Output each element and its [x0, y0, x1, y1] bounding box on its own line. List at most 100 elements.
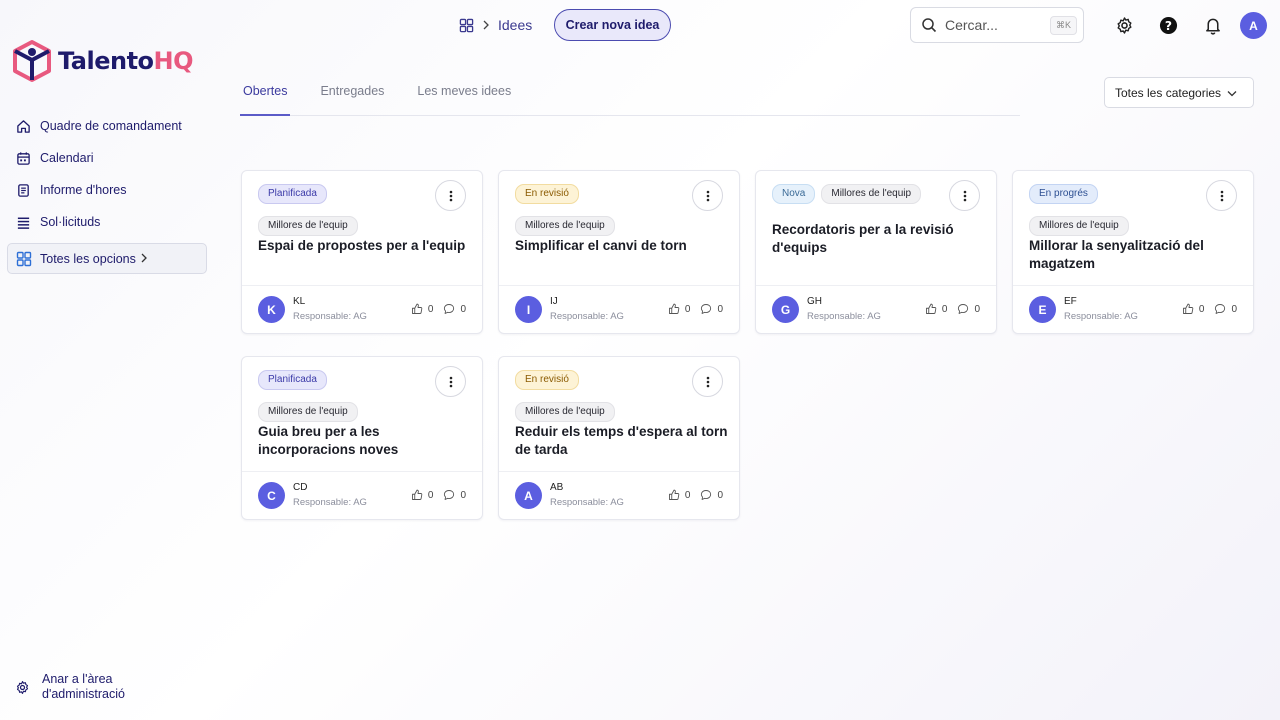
more-options-icon[interactable]: [1206, 180, 1237, 211]
search-placeholder: Cercar...: [945, 17, 998, 33]
card-footer: I IJ Responsable: AG 0 0: [499, 285, 739, 333]
all-options-button[interactable]: Totes les opcions: [7, 243, 207, 274]
comment-button[interactable]: 0: [443, 489, 466, 501]
card-badges: Planificada Millores de l'equip: [258, 184, 428, 236]
like-button[interactable]: 0: [411, 303, 433, 315]
settings-gear-icon[interactable]: [1114, 15, 1134, 35]
idea-card[interactable]: Planificada Millores de l'equip Guia breu …: [241, 356, 483, 520]
idea-title[interactable]: Guia breu per a les incorporacions noves: [258, 423, 473, 459]
card-stats: 00: [658, 489, 723, 501]
like-button[interactable]: 0: [668, 489, 690, 501]
category-badge: Millores de l'equip: [515, 402, 615, 422]
category-badge: Millores de l'equip: [821, 184, 922, 204]
admin-area-label: Anar a l'àrea d'administració: [42, 672, 125, 701]
search-input[interactable]: Cercar... ⌘K: [910, 7, 1084, 43]
tab-delivered[interactable]: Entregades: [317, 80, 387, 116]
sidebar-item-dashboard[interactable]: Quadre de comandament: [14, 110, 209, 142]
more-options-icon[interactable]: [435, 366, 466, 397]
sidebar-nav: Quadre de comandament Calendari Informe …: [14, 110, 209, 238]
card-footer: G GH Responsable: AG 0 0: [756, 285, 996, 333]
idea-card[interactable]: En revisió Millores de l'equip Simplificar…: [498, 170, 740, 334]
category-filter-select[interactable]: Totes les categories: [1104, 77, 1254, 108]
create-idea-button[interactable]: Crear nova idea: [554, 9, 671, 41]
search-shortcut: ⌘K: [1049, 15, 1077, 35]
apps-grid-icon[interactable]: [459, 18, 474, 33]
category-badge: Millores de l'equip: [258, 402, 358, 422]
thumbs-up-icon: [411, 303, 428, 315]
more-options-icon[interactable]: [692, 366, 723, 397]
author-avatar: A: [515, 482, 542, 509]
home-icon: [14, 117, 32, 135]
card-stats: 00: [401, 303, 466, 315]
comment-count: 0: [717, 489, 723, 501]
responsible-label: Responsable: AG: [293, 311, 367, 322]
comment-icon: [700, 303, 717, 315]
card-badges: Nova Millores de l'equip: [772, 184, 947, 204]
thumbs-up-icon: [925, 303, 942, 315]
idea-title[interactable]: Simplificar el canvi de torn: [515, 237, 730, 255]
status-badge: Nova: [772, 184, 816, 204]
idea-card[interactable]: En revisió Millores de l'equip Reduir els …: [498, 356, 740, 520]
more-options-icon[interactable]: [435, 180, 466, 211]
author-avatar: E: [1029, 296, 1056, 323]
author-name: GH: [807, 296, 822, 307]
comment-button[interactable]: 0: [443, 303, 466, 315]
user-avatar[interactable]: A: [1240, 12, 1267, 39]
status-badge: Planificada: [258, 184, 327, 204]
breadcrumb-current[interactable]: Idees: [498, 17, 532, 33]
help-icon[interactable]: ?: [1158, 15, 1178, 35]
sidebar-item-requests[interactable]: Sol·licituds: [14, 206, 209, 238]
comment-icon: [443, 489, 460, 501]
idea-card[interactable]: Nova Millores de l'equip Recordatoris per …: [755, 170, 997, 334]
comment-count: 0: [460, 303, 466, 315]
idea-card[interactable]: Planificada Millores de l'equip Espai de p…: [241, 170, 483, 334]
list-icon: [14, 213, 32, 231]
responsible-label: Responsable: AG: [807, 311, 881, 322]
like-button[interactable]: 0: [411, 489, 434, 501]
idea-card[interactable]: En progrés Millores de l'equip Millorar la…: [1012, 170, 1254, 334]
like-button[interactable]: 0: [925, 303, 947, 315]
cube-logo-icon: [13, 40, 51, 82]
responsible-label: Responsable: AG: [550, 497, 624, 508]
idea-title[interactable]: Reduir els temps d'espera al torn de tar…: [515, 423, 730, 459]
idea-title[interactable]: Recordatoris per a la revisió d'equips: [772, 221, 987, 257]
thumbs-up-icon: [411, 489, 428, 501]
chevron-right-icon: [140, 252, 148, 266]
idea-title[interactable]: Millorar la senyalització del magatzem: [1029, 237, 1244, 273]
comment-button[interactable]: 0: [700, 303, 723, 315]
status-badge: Planificada: [258, 370, 327, 390]
more-options-icon[interactable]: [949, 180, 980, 211]
sidebar-item-calendar[interactable]: Calendari: [14, 142, 209, 174]
status-badge: En revisió: [515, 184, 579, 204]
brand-logo[interactable]: TalentoHQ: [12, 39, 194, 83]
like-button[interactable]: 0: [1182, 303, 1204, 315]
chevron-right-icon: [482, 20, 490, 30]
like-count: 0: [427, 489, 434, 501]
calendar-icon: [14, 149, 32, 167]
comment-icon: [957, 303, 974, 315]
like-button[interactable]: 0: [668, 303, 691, 315]
like-count: 0: [684, 303, 691, 315]
comment-count: 0: [460, 489, 466, 501]
sidebar-item-label: Sol·licituds: [40, 215, 101, 229]
sidebar-item-hours-report[interactable]: Informe d'hores: [14, 174, 209, 206]
tab-bar: Obertes Entregades Les meves idees: [240, 80, 1020, 116]
responsible-label: Responsable: AG: [293, 497, 367, 508]
author-name: CD: [293, 482, 308, 493]
more-options-icon[interactable]: [692, 180, 723, 211]
author-name: KL: [293, 296, 306, 307]
thumbs-up-icon: [1182, 303, 1199, 315]
card-footer: K KL Responsable: AG 0 0: [242, 285, 482, 333]
report-icon: [14, 181, 32, 199]
idea-title[interactable]: Espai de propostes per a l'equip: [258, 237, 473, 255]
category-badge: Millores de l'equip: [1029, 216, 1129, 236]
tab-my-ideas[interactable]: Les meves idees: [414, 80, 514, 116]
tab-open[interactable]: Obertes: [240, 80, 291, 116]
comment-button[interactable]: 0: [1214, 303, 1237, 315]
bell-icon[interactable]: [1203, 15, 1223, 35]
comment-count: 0: [1231, 303, 1237, 315]
comment-button[interactable]: 0: [700, 489, 723, 501]
comment-button[interactable]: 0: [957, 303, 980, 315]
author-avatar: G: [772, 296, 799, 323]
admin-area-link[interactable]: Anar a l'àrea d'administració: [14, 672, 152, 702]
